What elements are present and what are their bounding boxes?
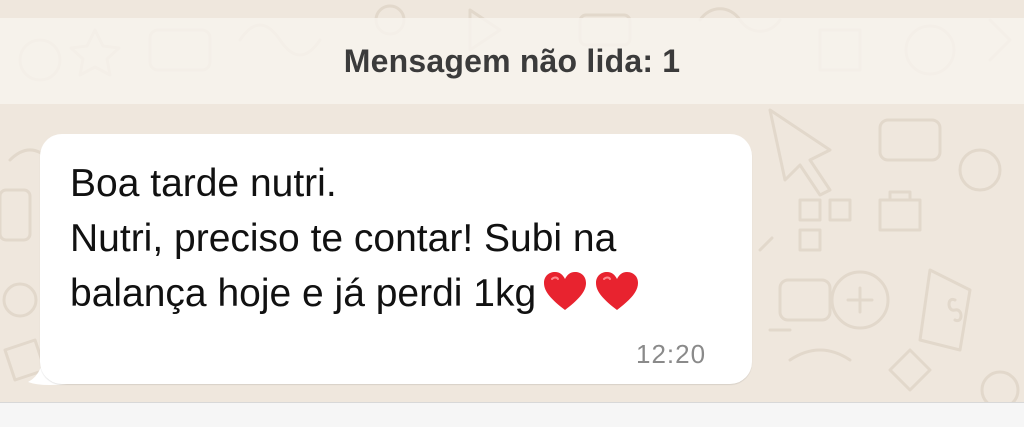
message-line: Boa tarde nutri. (70, 162, 337, 205)
red-heart-emoji-icon (596, 272, 639, 310)
message-line: Nutri, preciso te contar! Subi na (70, 217, 617, 260)
message-composer-bar (0, 402, 1024, 427)
red-heart-emoji-icon (544, 272, 587, 310)
unread-messages-banner: Mensagem não lida: 1 (0, 18, 1024, 104)
message-timestamp: 12:20 (636, 339, 707, 369)
unread-count-label: Mensagem não lida: 1 (343, 42, 681, 79)
message-text: Boa tarde nutri. Nutri, preciso te conta… (70, 156, 740, 321)
message-line-with-emoji: balança hoje e já perdi 1kg (70, 266, 740, 321)
message-line-text: balança hoje e já perdi 1kg (70, 272, 537, 315)
